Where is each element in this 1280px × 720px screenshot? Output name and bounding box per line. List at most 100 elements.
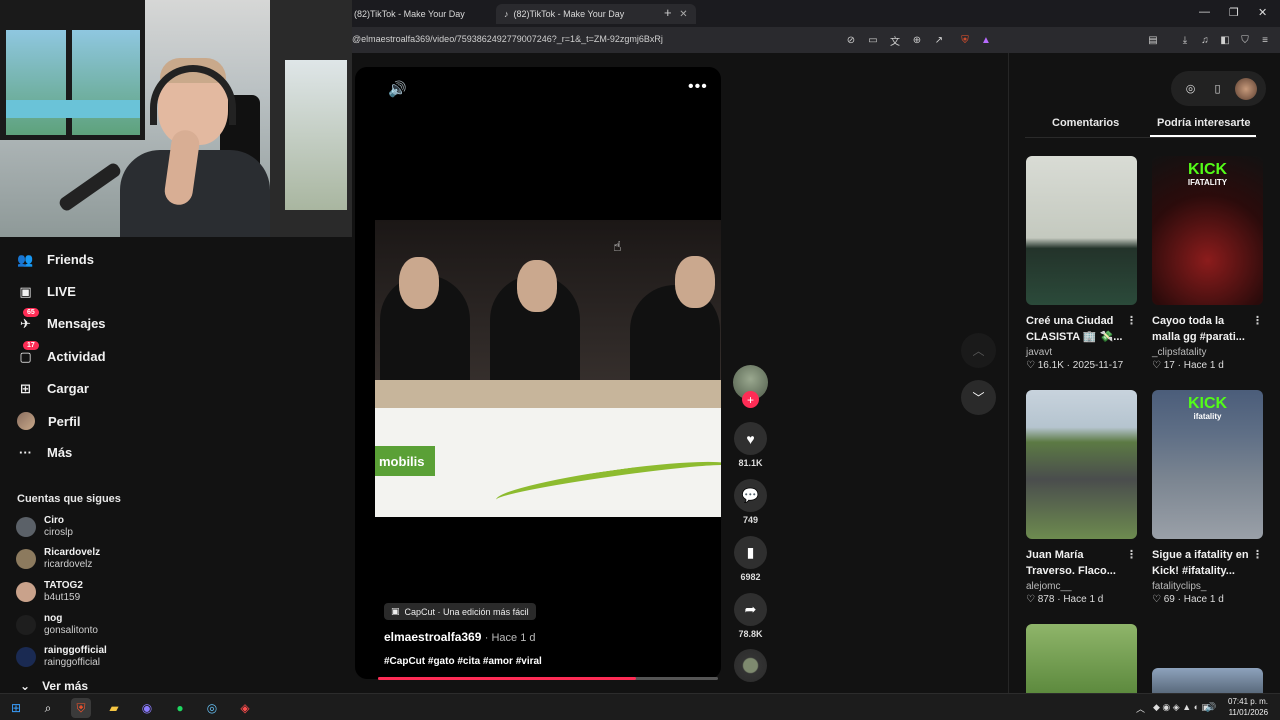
share-icon[interactable]: ↗: [931, 32, 947, 48]
progress-fill: [378, 677, 637, 680]
card-thumbnail: KICK IFATALITY: [1152, 156, 1263, 305]
share-button[interactable]: ➦ 78.8K: [734, 593, 767, 639]
avatar: [16, 615, 36, 635]
activity-badge: 17: [23, 341, 39, 350]
windows-start-icon[interactable]: ⊞: [6, 698, 26, 718]
tray-chevron-icon[interactable]: ︿: [1136, 702, 1145, 715]
zoom-icon[interactable]: ⊕: [909, 32, 925, 48]
top-tools: ◎ ▯: [1171, 71, 1266, 106]
card-more-icon[interactable]: ⋮: [1252, 547, 1263, 563]
next-video-button[interactable]: ﹀: [961, 380, 996, 415]
sidebar-item-profile[interactable]: Perfil: [17, 412, 81, 430]
bookmark-icon: ▮: [734, 536, 767, 569]
card-user: _clipsfatality: [1152, 347, 1207, 358]
comment-icon: 💬: [734, 479, 767, 512]
save-button[interactable]: ▮ 6982: [734, 536, 767, 582]
recommended-card[interactable]: Juan María Traverso. Flaco... ⋮ alejomc__…: [1026, 390, 1137, 605]
music-disc[interactable]: [734, 649, 767, 682]
minimize-button[interactable]: —: [1199, 6, 1210, 18]
activity-icon: ▢ 17: [17, 341, 39, 365]
capcut-tag[interactable]: ▣ CapCut · Una edición más fácil: [384, 603, 536, 620]
brave-icon[interactable]: ⛨: [71, 698, 91, 718]
url-field[interactable]: @elmaestroalfa369/video/7593862492779007…: [352, 34, 663, 44]
following-item[interactable]: Ricardovelz ricardovelz: [16, 547, 100, 571]
user-avatar[interactable]: [1234, 77, 1257, 100]
spotify-icon[interactable]: ●: [170, 698, 190, 718]
restore-button[interactable]: ❐: [1229, 6, 1239, 19]
active-tab-indicator: [1150, 135, 1256, 137]
browser-tab[interactable]: (82)TikTok - Make Your Day: [354, 4, 465, 24]
more-options-icon[interactable]: •••: [688, 78, 708, 96]
kick-subtitle: IFATALITY: [1187, 178, 1228, 187]
download-icon[interactable]: ⤓: [1177, 32, 1193, 48]
following-title: Cuentas que sigues: [17, 493, 121, 505]
clock-time: 07:41 p. m.: [1228, 697, 1269, 706]
sidebar-item-live[interactable]: ▣ LIVE: [17, 283, 76, 300]
tab-comments[interactable]: Comentarios: [1052, 117, 1119, 129]
video-hashtags[interactable]: #CapCut #gato #cita #amor #viral: [384, 656, 542, 667]
translate-icon[interactable]: 文: [887, 32, 903, 48]
following-item[interactable]: nog gonsalitonto: [16, 613, 98, 637]
heart-icon: ♥: [734, 422, 767, 455]
rewards-icon[interactable]: ▲: [978, 32, 994, 48]
messages-icon: ✈ 65: [17, 308, 39, 332]
following-handle: ricardovelz: [44, 559, 93, 570]
video-progress-bar[interactable]: [378, 677, 718, 680]
screen-icon[interactable]: ▭: [865, 32, 881, 48]
live-icon: ▣: [19, 283, 32, 299]
see-more-button[interactable]: ⌄ Ver más: [20, 679, 88, 693]
vpn-icon[interactable]: ⛉: [1237, 32, 1253, 48]
close-window-button[interactable]: ✕: [1258, 6, 1267, 19]
compass-icon[interactable]: ◎: [1181, 79, 1201, 99]
recommended-card[interactable]: KICK ifatality Sigue a ifatality en Kick…: [1152, 390, 1263, 605]
like-button[interactable]: ♥ 81.1K: [734, 422, 767, 468]
menu-icon[interactable]: ≡: [1257, 32, 1273, 48]
recommended-card[interactable]: Creé una Ciudad CLASISTA 🏢 💸... ⋮ javavt …: [1026, 156, 1137, 371]
steam-icon[interactable]: ◎: [202, 698, 222, 718]
sidebar-item-activity[interactable]: ▢ 17 Actividad: [17, 341, 106, 365]
app-icon[interactable]: ◈: [235, 698, 255, 718]
sidebar-item-upload[interactable]: ⊞ Cargar: [17, 380, 89, 397]
brave-shield-icon[interactable]: ⛨: [957, 32, 973, 48]
video-author[interactable]: elmaestroalfa369 · Hace 1 d: [384, 630, 536, 644]
card-thumbnail[interactable]: [1026, 624, 1137, 693]
volume-tray-icon[interactable]: 🔊: [1205, 702, 1216, 713]
card-more-icon[interactable]: ⋮: [1252, 313, 1263, 329]
file-explorer-icon[interactable]: ▰: [104, 698, 124, 718]
sidebar-item-more[interactable]: ··· Más: [17, 444, 72, 461]
card-title: Juan María Traverso. Flaco... ⋮: [1026, 547, 1137, 577]
no-tracking-icon[interactable]: ⊘: [843, 32, 859, 48]
following-item[interactable]: rainggofficial rainggofficial: [16, 645, 107, 669]
card-thumbnail: [1026, 390, 1137, 539]
card-user: alejomc__: [1026, 581, 1072, 592]
volume-icon[interactable]: 🔊: [388, 80, 407, 98]
author-name: elmaestroalfa369: [384, 630, 482, 644]
sidebar-toggle-icon[interactable]: ▤: [1145, 32, 1161, 48]
sidebar-item-friends[interactable]: 👥 Friends: [17, 251, 94, 268]
sidebar-item-messages[interactable]: ✈ 65 Mensajes: [17, 308, 106, 332]
tab-recommended[interactable]: Podría interesarte: [1157, 117, 1251, 129]
music-icon[interactable]: ♫: [1197, 32, 1213, 48]
clock-date: 11/01/2026: [1228, 708, 1269, 717]
split-view-icon[interactable]: ◧: [1217, 32, 1233, 48]
card-more-icon[interactable]: ⋮: [1126, 313, 1137, 329]
following-item[interactable]: TATOG2 b4ut159: [16, 580, 83, 604]
card-thumbnail[interactable]: [1152, 668, 1263, 693]
video-frame[interactable]: mobilis: [375, 220, 721, 517]
system-clock[interactable]: 07:41 p. m. 11/01/2026: [1228, 696, 1268, 718]
following-name: TATOG2: [44, 580, 83, 591]
phone-icon[interactable]: ▯: [1208, 79, 1228, 99]
comment-button[interactable]: 💬 749: [734, 479, 767, 525]
card-more-icon[interactable]: ⋮: [1126, 547, 1137, 563]
follow-plus-icon[interactable]: +: [742, 391, 759, 408]
following-item[interactable]: Ciro ciroslp: [16, 515, 73, 539]
recommended-card[interactable]: KICK IFATALITY Cayoo toda la malla gg #p…: [1152, 156, 1263, 371]
new-tab-button[interactable]: +: [664, 5, 672, 20]
discord-icon[interactable]: ◉: [137, 698, 157, 718]
tray-icons[interactable]: ◆ ◉ ◈ ▲ ◐ ▣: [1153, 702, 1210, 713]
close-tab-icon[interactable]: ✕: [679, 9, 687, 20]
card-meta: ♡ 878 · Hace 1 d: [1026, 594, 1104, 605]
capcut-label: CapCut · Una edición más fácil: [404, 606, 529, 617]
previous-video-button[interactable]: ︿: [961, 333, 996, 368]
search-icon[interactable]: ⌕: [38, 698, 58, 718]
